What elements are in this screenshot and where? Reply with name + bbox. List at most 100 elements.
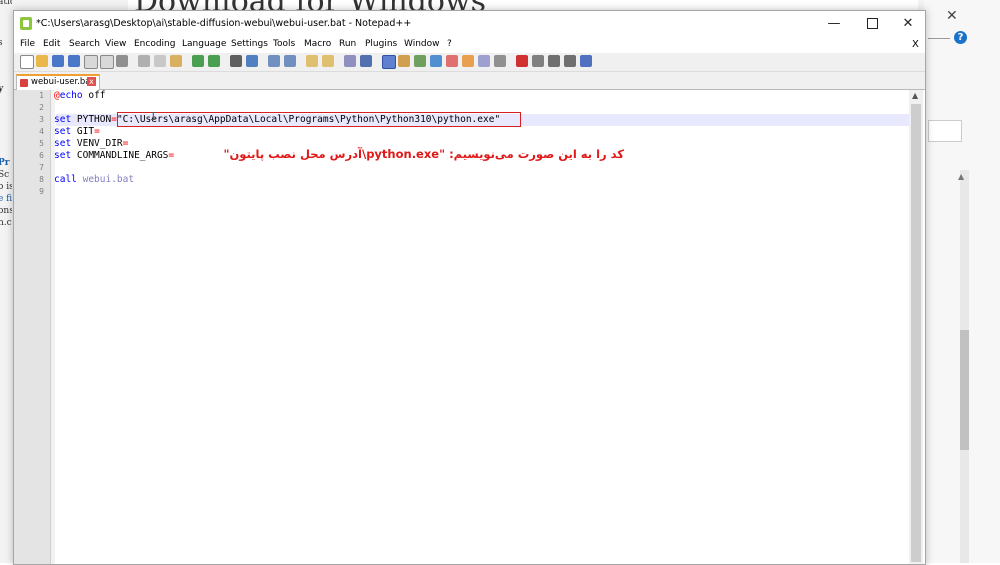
folder-workspace-icon[interactable]	[430, 55, 442, 67]
new-file-icon[interactable]	[20, 55, 34, 69]
background-fragment: s	[0, 38, 3, 48]
run-macro-multiple-icon[interactable]	[564, 55, 576, 67]
menu-language[interactable]: Language	[182, 39, 226, 49]
menu-run[interactable]: Run	[339, 39, 356, 49]
equals-operator: =	[122, 138, 129, 149]
line-number: 1	[39, 91, 44, 100]
line-number: 7	[39, 163, 44, 172]
sync-horizontal-icon[interactable]	[322, 55, 334, 67]
minimize-button[interactable]: —	[816, 11, 852, 37]
set-keyword: set	[54, 150, 72, 161]
code-line-6: set COMMANDLINE_ARGS=	[54, 150, 174, 161]
tab-webui-user-bat[interactable]: webui-user.bat x	[16, 74, 100, 90]
menu-help[interactable]: ?	[447, 39, 452, 49]
background-input[interactable]	[928, 120, 962, 142]
doc-map-icon[interactable]	[398, 55, 410, 67]
line-number-gutter: 1 2 3 4 5 6 7 8 9	[14, 90, 51, 564]
scroll-up-icon[interactable]: ▲	[912, 91, 918, 100]
open-file-icon[interactable]	[36, 55, 48, 67]
echo-keyword: echo	[59, 90, 83, 101]
menu-encoding[interactable]: Encoding	[134, 39, 175, 49]
text-cursor-icon: I	[150, 110, 157, 123]
call-target: webui.bat	[76, 174, 135, 185]
menu-file[interactable]: File	[20, 39, 35, 49]
set-keyword: set	[54, 126, 72, 137]
cut-icon[interactable]	[138, 55, 150, 67]
menu-search[interactable]: Search	[69, 39, 100, 49]
close-all-icon[interactable]	[100, 55, 114, 69]
save-macro-icon[interactable]	[580, 55, 592, 67]
annotation-instruction: کد را به این صورت می‌نویسیم: "python.exe…	[223, 147, 624, 161]
menu-macro[interactable]: Macro	[304, 39, 331, 49]
zoom-out-icon[interactable]	[284, 55, 296, 67]
background-help-icon[interactable]: ?	[954, 31, 967, 44]
python-path-highlight-box	[117, 112, 521, 127]
menu-window[interactable]: Window	[404, 39, 440, 49]
menu-tools[interactable]: Tools	[273, 39, 295, 49]
background-fragment: ons	[0, 206, 12, 216]
fold-margin[interactable]	[51, 90, 55, 564]
record-macro-icon[interactable]	[516, 55, 528, 67]
variable-name: GIT	[71, 126, 95, 137]
maximize-icon	[866, 18, 878, 29]
eye-icon[interactable]	[494, 55, 506, 67]
background-fragment: e fi	[0, 194, 12, 204]
monitoring-icon[interactable]	[446, 55, 458, 67]
replace-icon[interactable]	[246, 55, 258, 67]
maximize-button[interactable]	[854, 11, 890, 37]
notepadpp-window: *C:\Users\arasg\Desktop\ai\stable-diffus…	[13, 10, 926, 565]
plugin-icon[interactable]	[478, 55, 490, 67]
stop-macro-icon[interactable]	[532, 55, 544, 67]
close-file-icon[interactable]	[84, 55, 98, 69]
title-bar[interactable]: *C:\Users\arasg\Desktop\ai\stable-diffus…	[14, 11, 925, 37]
redo-icon[interactable]	[208, 55, 220, 67]
zoom-in-icon[interactable]	[268, 55, 280, 67]
line-number: 8	[39, 175, 44, 184]
background-fragment: o is	[0, 182, 12, 192]
close-button[interactable]: ✕	[890, 11, 926, 37]
close-document-icon[interactable]: X	[912, 39, 919, 50]
toolbar	[14, 53, 925, 72]
background-fragment: y	[0, 84, 4, 94]
copy-icon[interactable]	[154, 55, 166, 67]
code-line-1: @echo off	[54, 90, 106, 101]
vertical-scrollbar[interactable]: ▲	[909, 90, 923, 564]
function-list-icon[interactable]	[414, 55, 426, 67]
menu-plugins[interactable]: Plugins	[365, 39, 397, 49]
tab-label: webui-user.bat	[31, 77, 94, 87]
background-scroll-up-icon[interactable]: ▲	[958, 172, 964, 181]
menu-bar: File Edit Search View Encoding Language …	[14, 37, 925, 53]
background-link-underline	[928, 38, 950, 39]
word-wrap-icon[interactable]	[344, 55, 356, 67]
echo-argument: off	[82, 90, 106, 101]
background-fragment: Sc	[0, 170, 10, 180]
variable-name: COMMANDLINE_ARGS	[71, 150, 169, 161]
background-scrollbar-thumb[interactable]	[960, 330, 969, 450]
background-fragment: Pr	[0, 158, 10, 168]
save-all-icon[interactable]	[68, 55, 80, 67]
menu-edit[interactable]: Edit	[43, 39, 60, 49]
scrollbar-thumb[interactable]	[911, 104, 921, 562]
menu-view[interactable]: View	[105, 39, 126, 49]
background-fragment: ation	[0, 0, 12, 7]
save-icon[interactable]	[52, 55, 64, 67]
find-icon[interactable]	[230, 55, 242, 67]
code-line-8: call webui.bat	[54, 174, 134, 185]
print-icon[interactable]	[116, 55, 128, 67]
show-all-characters-icon[interactable]	[360, 55, 372, 67]
line-number: 3	[39, 115, 44, 124]
paste-icon[interactable]	[170, 55, 182, 67]
sync-vertical-icon[interactable]	[306, 55, 318, 67]
code-line-4: set GIT=	[54, 126, 100, 137]
tab-close-icon[interactable]: x	[87, 77, 96, 86]
call-keyword: call	[54, 174, 77, 185]
folder-icon[interactable]	[462, 55, 474, 67]
code-editor[interactable]: 1 2 3 4 5 6 7 8 9 @echo off set PYTHON="…	[14, 90, 925, 564]
background-close-icon[interactable]: ✕	[946, 8, 958, 24]
indent-guide-icon[interactable]	[382, 55, 396, 69]
menu-settings[interactable]: Settings	[231, 39, 268, 49]
play-macro-icon[interactable]	[548, 55, 560, 67]
undo-icon[interactable]	[192, 55, 204, 67]
equals-operator: =	[94, 126, 100, 137]
line-number: 4	[39, 127, 44, 136]
